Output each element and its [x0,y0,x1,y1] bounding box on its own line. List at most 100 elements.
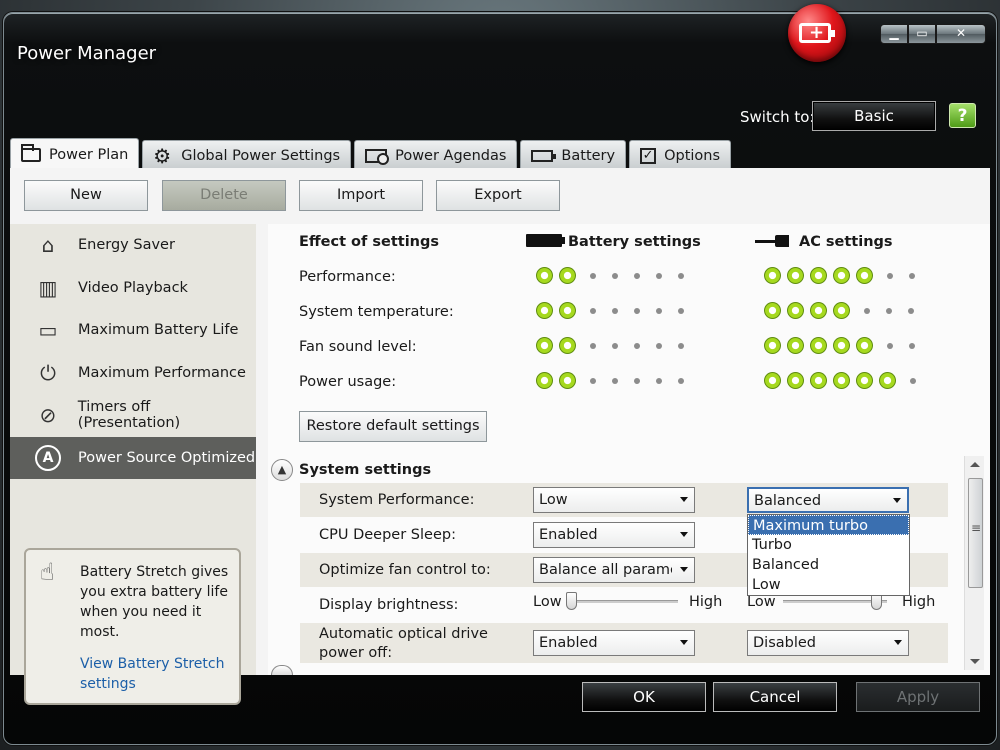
setting-label: Optimize fan control to: [319,562,491,578]
cpu-deeper-sleep-battery-select[interactable]: Enabled [533,522,695,548]
dropdown-option[interactable]: Balanced [748,555,909,575]
level-dot-filled [833,302,850,319]
effect-label: Performance: [299,269,396,285]
level-dot-filled [764,302,781,319]
battery-level-dots [536,372,692,389]
minimize-button[interactable]: ▁ [880,24,908,44]
level-dot-empty [612,307,618,314]
level-dot-filled [879,372,896,389]
plan-label: Maximum Performance [78,365,246,381]
level-dot-filled [833,337,850,354]
level-dot-empty [909,272,915,279]
level-dot-filled [559,302,576,319]
house-icon: ⌂ [41,233,55,257]
battery-level-dots [536,337,692,354]
level-dot-empty [656,342,662,349]
level-dot-filled [764,267,781,284]
level-dot-filled [787,302,804,319]
ac-level-dots [764,337,923,354]
projector-off-icon: ⊘ [39,403,57,427]
film-icon: ▥ [38,276,58,300]
optical-drive-ac-select[interactable]: Disabled [747,630,909,656]
level-dot-filled [833,267,850,284]
chevron-down-icon [680,640,688,645]
level-dot-filled [764,372,781,389]
level-dot-filled [810,337,827,354]
tab-power-plan[interactable]: Power Plan [10,138,140,170]
battery-stretch-link[interactable]: View Battery Stretch settings [80,654,229,694]
tab-power-agendas[interactable]: Power Agendas [354,140,518,170]
system-performance-ac-select[interactable]: Balanced [747,487,909,513]
chevron-down-icon [680,567,688,572]
restore-defaults-button[interactable]: Restore default settings [299,411,487,442]
new-button[interactable]: New [24,180,148,211]
plan-icon [21,143,41,162]
level-dot-empty [590,377,596,384]
level-dot-filled [787,267,804,284]
level-dot-empty [887,272,893,279]
delete-button[interactable]: Delete [162,180,286,211]
ok-button[interactable]: OK [582,682,706,712]
level-dot-empty [887,342,893,349]
brightness-battery-slider[interactable] [566,600,678,603]
fan-control-battery-select[interactable]: Balance all parameters [533,557,695,583]
level-dot-filled [856,372,873,389]
tab-label: Battery [561,147,616,164]
cancel-button[interactable]: Cancel [713,682,837,712]
agenda-icon [365,148,390,165]
level-dot-filled [559,267,576,284]
level-dot-empty [678,272,684,279]
help-icon[interactable]: ? [949,103,976,128]
plug-icon [755,235,793,247]
battery-icon [526,234,565,247]
plan-label: Power Source Optimized [78,450,256,466]
setting-label: System Performance: [319,492,475,508]
plan-item-maximum-battery-life[interactable]: ▭ Maximum Battery Life [10,309,256,351]
level-dot-filled [536,372,553,389]
plan-item-maximum-performance[interactable]: ⏻ Maximum Performance [10,352,256,394]
ac-level-dots [764,267,923,284]
scroll-down-icon[interactable] [970,659,980,664]
tab-label: Power Agendas [395,147,507,164]
plan-list: ⌂ Energy Saver ▥ Video Playback ▭ Maximu… [10,224,256,705]
basic-mode-button[interactable]: Basic [812,101,936,131]
scroll-up-icon[interactable] [970,462,980,467]
plan-item-power-source-optimized[interactable]: A Power Source Optimized [10,437,256,479]
brightness-battery-low-label: Low [533,594,562,610]
tab-options[interactable]: ✓ Options [629,140,732,170]
level-dot-filled [833,372,850,389]
close-button[interactable]: ✕ [936,24,986,44]
tab-global-power-settings[interactable]: ⚙ Global Power Settings [142,140,352,170]
level-dot-empty [590,307,596,314]
plan-item-energy-saver[interactable]: ⌂ Energy Saver [10,224,256,266]
collapse-system-settings-icon[interactable]: ▲ [271,459,293,481]
import-button[interactable]: Import [299,180,423,211]
chevron-down-icon [680,532,688,537]
plan-item-video-playback[interactable]: ▥ Video Playback [10,267,256,309]
dropdown-option[interactable]: Maximum turbo [748,515,909,535]
app-title: Power Manager [17,43,157,64]
brightness-battery-thumb[interactable] [566,592,577,610]
plan-label: Maximum Battery Life [78,322,239,338]
setting-label: CPU Deeper Sleep: [319,527,456,543]
dropdown-option[interactable]: Low [748,575,909,595]
tab-battery[interactable]: Battery [520,140,627,170]
maximize-button[interactable]: ▭ [908,24,936,44]
plan-item-timers-off[interactable]: ⊘ Timers off (Presentation) [10,394,256,436]
brightness-ac-high-label: High [902,594,936,610]
level-dot-filled [856,267,873,284]
optical-drive-battery-select[interactable]: Enabled [533,630,695,656]
export-button[interactable]: Export [436,180,560,211]
level-dot-filled [810,302,827,319]
level-dot-empty [634,272,640,279]
system-performance-battery-select[interactable]: Low [533,487,695,513]
dropdown-option[interactable]: Turbo [748,535,909,555]
scroll-thumb[interactable] [968,478,983,588]
level-dot-filled [787,372,804,389]
pointing-hand-icon: ☝ [40,558,55,586]
apply-button[interactable]: Apply [856,682,980,712]
effect-label: Fan sound level: [299,339,417,355]
level-dot-filled [536,302,553,319]
settings-scrollbar[interactable] [964,456,984,670]
performance-dropdown-list: Maximum turbo Turbo Balanced Low [747,514,910,596]
